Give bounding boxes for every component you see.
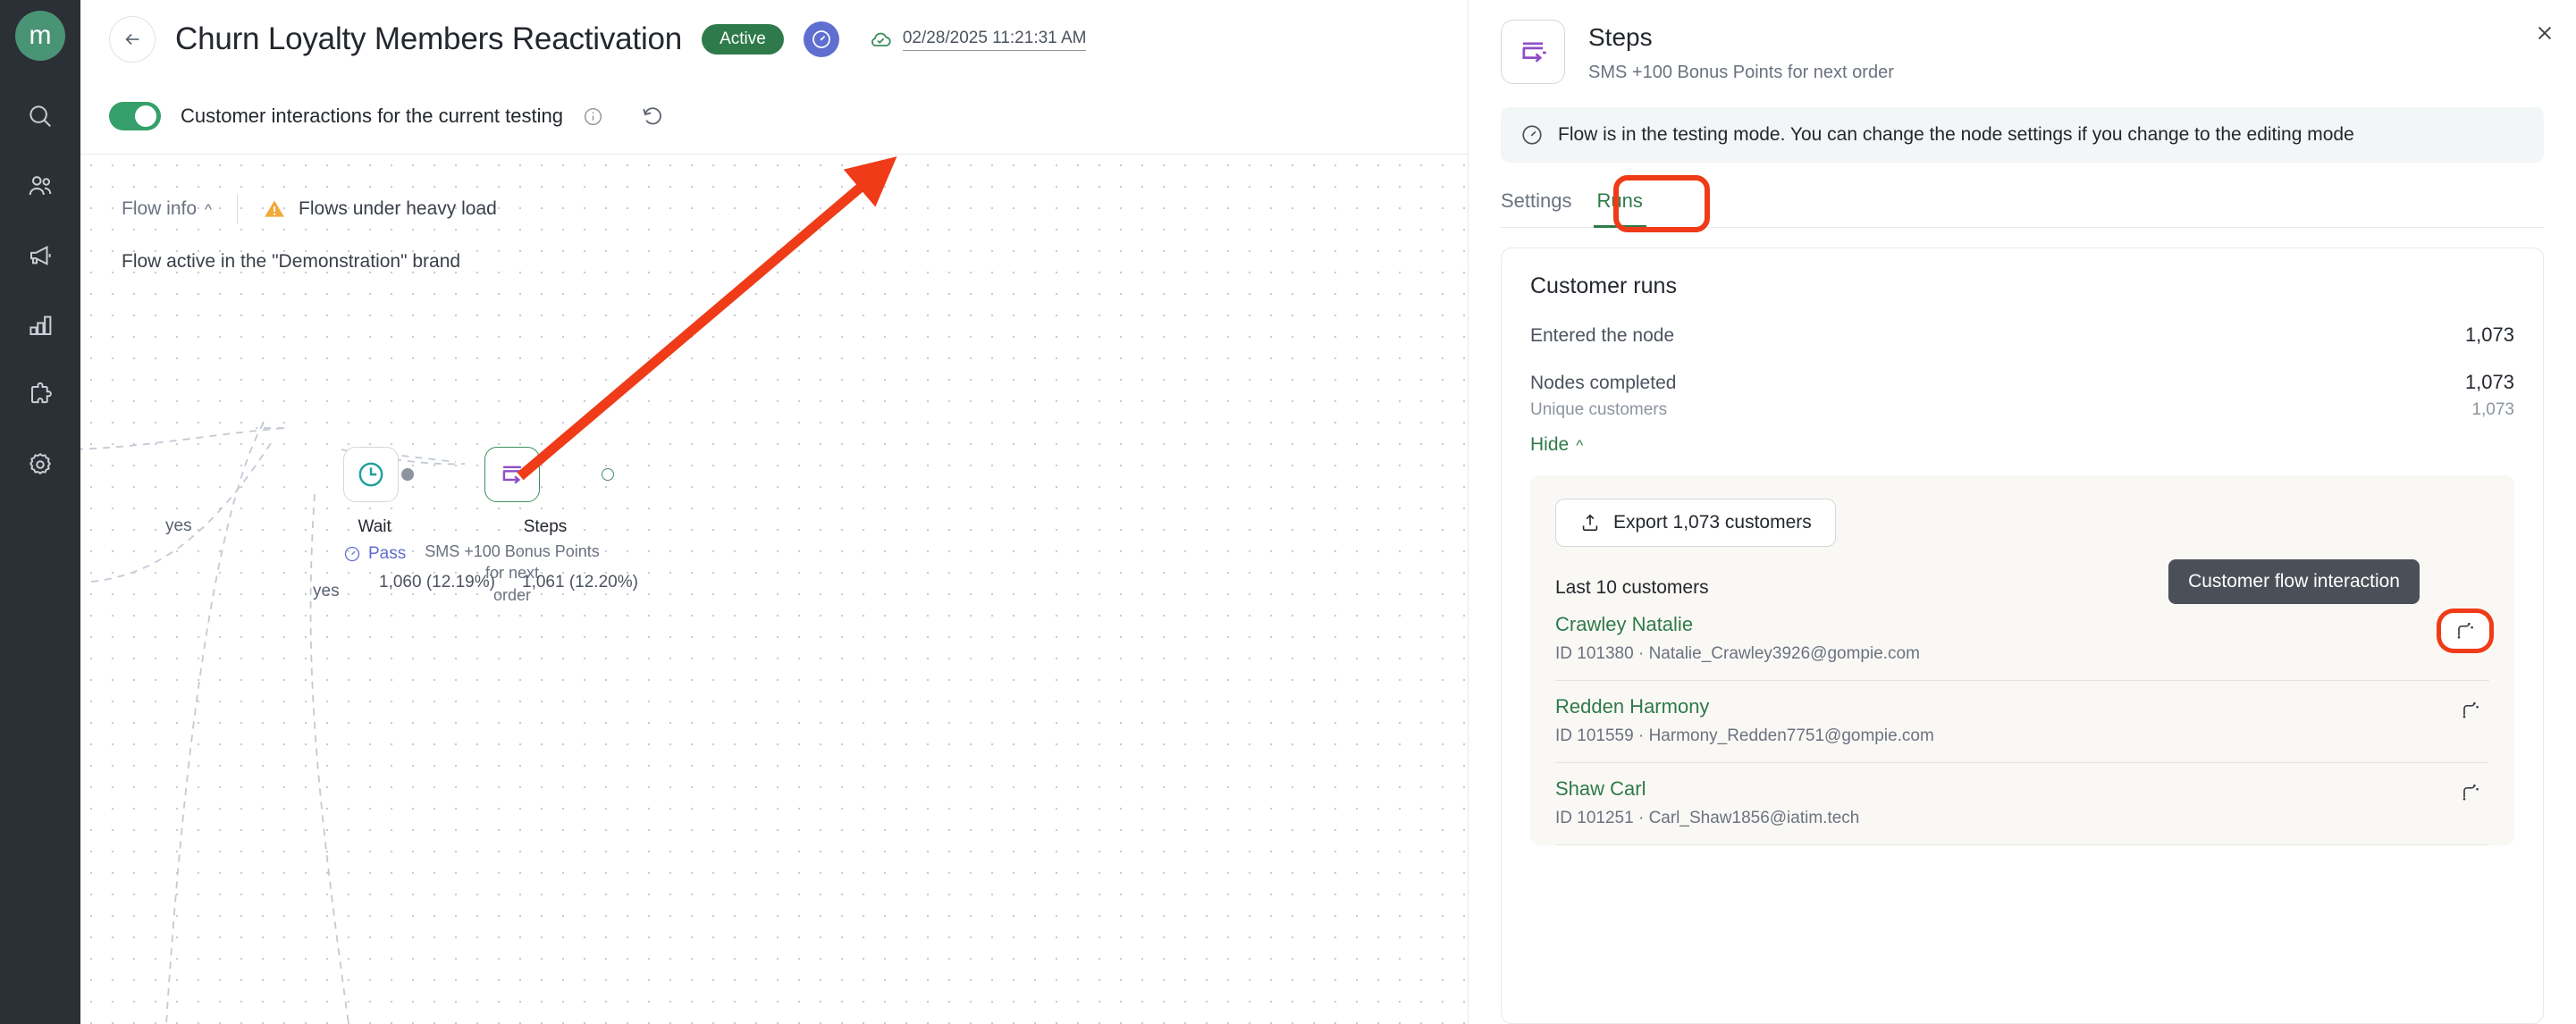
speedometer-icon: [1522, 125, 1542, 145]
testing-mode-notice-text: Flow is in the testing mode. You can cha…: [1558, 124, 2354, 145]
app-logo-letter: m: [29, 21, 52, 50]
tab-runs[interactable]: Runs: [1593, 189, 1647, 228]
customer-flow-interaction-icon[interactable]: [2452, 695, 2489, 726]
status-badge: Active: [702, 23, 784, 55]
branch-label-yes-2: yes: [313, 582, 340, 600]
export-customers-label: Export 1,073 customers: [1613, 512, 1812, 533]
cloud-check-icon: [871, 32, 891, 46]
timestamp[interactable]: 02/28/2025 11:21:31 AM: [902, 29, 1087, 51]
branch-label-yes-1: yes: [165, 516, 192, 535]
brand-status-text: Flow active in the "Demonstration" brand: [122, 251, 461, 272]
wait-node-title: Wait: [358, 517, 391, 536]
runs-detail-box: Export 1,073 customers Last 10 customers…: [1530, 475, 2514, 845]
stat-completed-value: 1,073: [2464, 371, 2514, 393]
customers-icon[interactable]: [21, 166, 60, 206]
hide-details-toggle[interactable]: Hide ^: [1530, 434, 1583, 456]
steps-flow-icon: [502, 466, 525, 484]
back-button[interactable]: [109, 16, 156, 63]
steps-node-title: Steps: [523, 517, 568, 536]
page-title: Churn Loyalty Members Reactivation: [175, 21, 683, 56]
clock-icon: [358, 462, 383, 487]
flow-info-label: Flow info: [122, 198, 198, 219]
customer-name[interactable]: Redden Harmony: [1555, 695, 1934, 718]
customer-interactions-label: Customer interactions for the current te…: [181, 105, 563, 127]
wait-node-status: Pass: [343, 544, 406, 564]
customer-meta: ID 101380 · Natalie_Crawley3926@gompie.c…: [1555, 644, 1920, 663]
integrations-puzzle-icon[interactable]: [21, 375, 60, 415]
campaigns-megaphone-icon[interactable]: [21, 236, 60, 275]
customer-flow-interaction-icon[interactable]: Customer flow interaction: [2168, 559, 2489, 649]
analytics-bar-chart-icon[interactable]: [21, 306, 60, 345]
export-customers-button[interactable]: Export 1,073 customers: [1555, 499, 1836, 547]
wait-node-box[interactable]: [343, 447, 415, 502]
wait-node-status-label: Pass: [368, 544, 407, 563]
chevron-up-icon: ^: [205, 200, 213, 218]
left-nav-rail: m: [0, 0, 80, 1024]
customer-name[interactable]: Shaw Carl: [1555, 777, 1859, 801]
customer-interactions-toggle[interactable]: [109, 102, 161, 130]
stat-entered-label: Entered the node: [1530, 325, 1675, 346]
panel-tabs: Settings Runs: [1501, 175, 2544, 232]
customer-meta: ID 101559 · Harmony_Redden7751@gompie.co…: [1555, 726, 1934, 745]
refresh-icon[interactable]: [641, 105, 664, 128]
steps-node-box[interactable]: [484, 447, 614, 502]
stat-entered-value: 1,073: [2464, 323, 2514, 346]
close-icon[interactable]: [2530, 18, 2560, 48]
panel-title: Steps: [1588, 23, 1653, 51]
heavy-load-warning: Flows under heavy load: [263, 197, 497, 221]
customer-runs-title: Customer runs: [1530, 273, 1677, 298]
customer-list-item[interactable]: Redden Harmony ID 101559 · Harmony_Redde…: [1555, 681, 2489, 763]
search-icon[interactable]: [21, 97, 60, 136]
flow-edges: [80, 422, 466, 1024]
info-circle-icon[interactable]: [583, 106, 603, 127]
stat-nodes-completed: Nodes completed 1,073: [1530, 371, 2514, 394]
settings-gear-icon[interactable]: [21, 445, 60, 484]
speedometer-icon[interactable]: [803, 21, 839, 57]
edge-label-steps-out: 1,061 (12.20%): [522, 573, 638, 592]
stat-unique-label: Unique customers: [1530, 400, 1668, 419]
customer-list-item[interactable]: Crawley Natalie ID 101380 · Natalie_Craw…: [1555, 559, 2489, 681]
stat-entered-the-node: Entered the node 1,073: [1530, 323, 2514, 347]
flow-node-wait[interactable]: Wait Pass: [343, 447, 415, 564]
customer-list-item[interactable]: Shaw Carl ID 101251 · Carl_Shaw1856@iati…: [1555, 763, 2489, 845]
stat-completed-label: Nodes completed: [1530, 373, 1677, 393]
steps-node-output-port[interactable]: [602, 468, 614, 481]
hide-label: Hide: [1530, 434, 1570, 455]
tooltip-content: Customer flow interaction: [2168, 559, 2420, 604]
chevron-up-icon: ^: [1576, 436, 1584, 454]
last-sync: 02/28/2025 11:21:31 AM: [868, 27, 1087, 52]
app-logo[interactable]: m: [15, 11, 65, 61]
panel-subtitle: SMS +100 Bonus Points for next order: [1588, 63, 1894, 82]
tab-settings[interactable]: Settings: [1501, 189, 1572, 227]
upload-icon: [1582, 514, 1598, 531]
steps-flow-icon: [1501, 20, 1565, 84]
panel-header: Steps SMS +100 Bonus Points for next ord…: [1469, 0, 2576, 84]
speedometer-icon: [344, 546, 360, 562]
main-area: Churn Loyalty Members Reactivation Activ…: [80, 0, 1468, 1024]
flow-canvas[interactable]: Flow info ^ Flows under heavy load Flow …: [80, 155, 1468, 1024]
customer-name[interactable]: Crawley Natalie: [1555, 613, 1920, 636]
page-header: Churn Loyalty Members Reactivation Activ…: [80, 0, 1468, 79]
stat-unique-customers: Unique customers 1,073: [1530, 400, 2514, 420]
node-details-panel: Steps SMS +100 Bonus Points for next ord…: [1468, 0, 2576, 1024]
warning-text: Flows under heavy load: [299, 198, 497, 219]
warning-triangle-icon: [265, 200, 284, 217]
testing-mode-notice: Flow is in the testing mode. You can cha…: [1501, 107, 2544, 163]
testing-toolbar: Customer interactions for the current te…: [80, 79, 1468, 155]
customer-runs-card: Customer runs Entered the node 1,073 Nod…: [1501, 248, 2544, 1024]
customer-meta: ID 101251 · Carl_Shaw1856@iatim.tech: [1555, 809, 1860, 827]
divider: [237, 195, 239, 223]
flow-info-toggle[interactable]: Flow info ^: [122, 198, 212, 220]
customer-flow-interaction-icon[interactable]: [2452, 777, 2489, 808]
stat-unique-value: 1,073: [2471, 400, 2514, 419]
